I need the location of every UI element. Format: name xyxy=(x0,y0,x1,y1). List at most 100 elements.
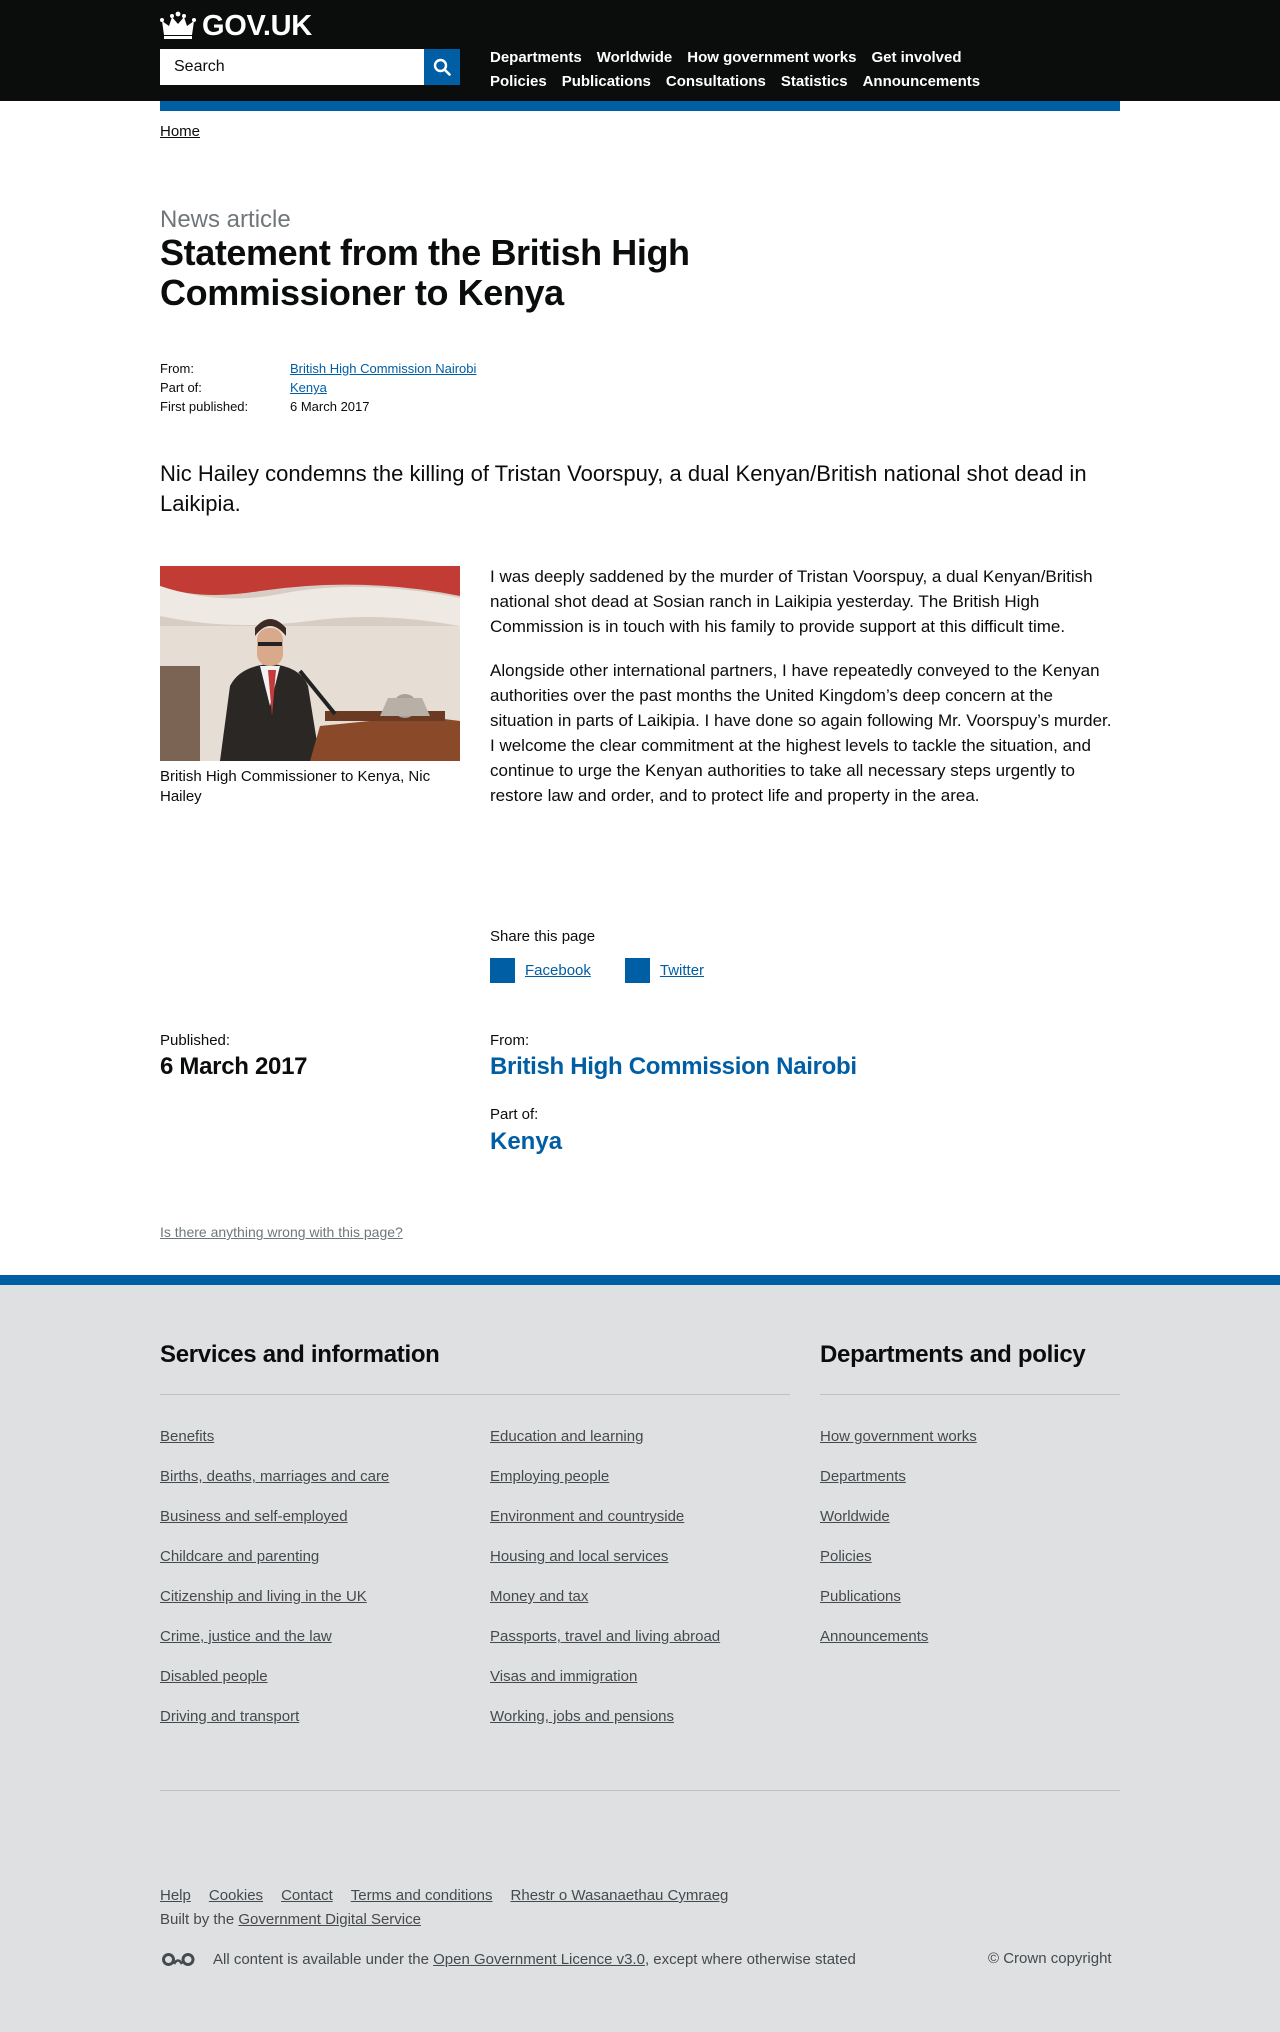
published-label: Published: xyxy=(160,1032,231,1049)
from-organisation-link[interactable]: British High Commission Nairobi xyxy=(490,1053,857,1081)
meta-from-link[interactable]: British High Commission Nairobi xyxy=(290,361,476,376)
site-footer: Services and information Departments and… xyxy=(0,1275,1280,2032)
meta-published-value: 6 March 2017 xyxy=(290,399,370,414)
partof-label: Part of: xyxy=(490,1106,539,1123)
search-form: Search xyxy=(160,49,460,85)
footer-divider xyxy=(160,1394,790,1395)
breadcrumb: Home xyxy=(160,123,200,140)
search-input[interactable]: Search xyxy=(160,49,424,85)
footer-link[interactable]: Benefits xyxy=(160,1428,214,1445)
search-icon xyxy=(433,58,451,76)
footer-link[interactable]: Childcare and parenting xyxy=(160,1548,319,1565)
footer-welsh-link[interactable]: Rhestr o Wasanaethau Cymraeg xyxy=(511,1887,729,1904)
share-facebook-link[interactable]: Facebook xyxy=(525,962,591,979)
nav-row-1: Departments Worldwide How government wor… xyxy=(490,45,1050,69)
body-paragraph-1: I was deeply saddened by the murder of T… xyxy=(490,567,1093,636)
built-by-prefix: Built by the xyxy=(160,1911,239,1928)
footer-terms-link[interactable]: Terms and conditions xyxy=(351,1887,493,1904)
article-metadata: From: British High Commission Nairobi Pa… xyxy=(160,359,476,416)
footer-services-col-1: Benefits Births, deaths, marriages and c… xyxy=(160,1428,389,1748)
crown-copyright[interactable]: © Crown copyright xyxy=(988,1950,1112,1967)
footer-link[interactable]: Crime, justice and the law xyxy=(160,1628,332,1645)
photo-commissioner-at-lectern xyxy=(160,566,460,761)
footer-link[interactable]: Business and self-employed xyxy=(160,1508,348,1525)
footer-cookies-link[interactable]: Cookies xyxy=(209,1887,263,1904)
logo-text: GOV.UK xyxy=(202,9,312,42)
nav-announcements[interactable]: Announcements xyxy=(863,73,981,90)
licence-suffix: , except where otherwise stated xyxy=(644,1951,856,1968)
nav-publications[interactable]: Publications xyxy=(562,73,651,90)
footer-link[interactable]: Education and learning xyxy=(490,1428,643,1445)
footer-link[interactable]: Worldwide xyxy=(820,1508,890,1525)
footer-link[interactable]: Money and tax xyxy=(490,1588,588,1605)
nav-row-2: Policies Publications Consultations Stat… xyxy=(490,69,1050,93)
crown-icon xyxy=(160,11,196,39)
nav-get-involved[interactable]: Get involved xyxy=(871,49,961,66)
partof-link[interactable]: Kenya xyxy=(490,1128,562,1156)
gds-link[interactable]: Government Digital Service xyxy=(238,1911,421,1928)
document-type: News article xyxy=(160,206,291,233)
licence-prefix: All content is available under the xyxy=(213,1951,434,1968)
published-date: 6 March 2017 xyxy=(160,1053,308,1080)
nav-consultations[interactable]: Consultations xyxy=(666,73,766,90)
search-button[interactable] xyxy=(424,49,460,85)
from-label: From: xyxy=(490,1032,530,1049)
nav-worldwide[interactable]: Worldwide xyxy=(597,49,673,66)
image-caption: British High Commissioner to Kenya, Nic … xyxy=(160,768,431,805)
footer-link[interactable]: Citizenship and living in the UK xyxy=(160,1588,367,1605)
footer-blue-bar xyxy=(0,1275,1280,1285)
body-paragraph-2: Alongside other international partners, … xyxy=(490,661,1112,805)
footer-divider xyxy=(160,1790,1120,1791)
footer-services-heading: Services and information xyxy=(160,1341,440,1368)
article-body: I was deeply saddened by the murder of T… xyxy=(490,564,1120,827)
share-facebook: Facebook xyxy=(490,958,591,983)
footer-meta-links: Help Cookies Contact Terms and condition… xyxy=(160,1887,746,1904)
header-blue-bar xyxy=(160,101,1120,111)
nav-statistics[interactable]: Statistics xyxy=(781,73,848,90)
site-header: GOV.UK Search Departments Worldwide How … xyxy=(0,0,1280,101)
twitter-icon xyxy=(624,958,650,983)
nav-policies[interactable]: Policies xyxy=(490,73,547,90)
footer-built-by: Built by the Government Digital Service xyxy=(160,1911,421,1928)
report-problem: Is there anything wrong with this page? xyxy=(160,1224,403,1240)
meta-from-label: From: xyxy=(160,361,194,376)
footer-link[interactable]: Housing and local services xyxy=(490,1548,668,1565)
article-image xyxy=(160,566,460,761)
share-twitter-link[interactable]: Twitter xyxy=(660,962,704,979)
footer-link[interactable]: Driving and transport xyxy=(160,1708,299,1725)
open-government-licence-icon xyxy=(162,1953,195,1966)
footer-departments-heading: Departments and policy xyxy=(820,1341,1086,1368)
footer-link[interactable]: Policies xyxy=(820,1548,872,1565)
meta-partof-link[interactable]: Kenya xyxy=(290,380,327,395)
nav-how-government-works[interactable]: How government works xyxy=(687,49,856,66)
meta-partof-label: Part of: xyxy=(160,380,202,395)
report-problem-link[interactable]: Is there anything wrong with this page? xyxy=(160,1224,403,1240)
footer-link[interactable]: Visas and immigration xyxy=(490,1668,637,1685)
footer-contact-link[interactable]: Contact xyxy=(281,1887,333,1904)
footer-help-link[interactable]: Help xyxy=(160,1887,191,1904)
footer-link[interactable]: Births, deaths, marriages and care xyxy=(160,1468,389,1485)
nav-departments[interactable]: Departments xyxy=(490,49,582,66)
govuk-logo-link[interactable]: GOV.UK xyxy=(160,10,312,42)
page-title: Statement from the British High Commissi… xyxy=(160,232,690,313)
footer-link[interactable]: Announcements xyxy=(820,1628,928,1645)
footer-departments-col: How government works Departments Worldwi… xyxy=(820,1428,977,1668)
facebook-icon xyxy=(490,958,515,983)
footer-link[interactable]: How government works xyxy=(820,1428,977,1445)
footer-divider xyxy=(820,1394,1120,1395)
footer-link[interactable]: Departments xyxy=(820,1468,906,1485)
lead-paragraph: Nic Hailey condemns the killing of Trist… xyxy=(160,461,1087,516)
footer-services-col-2: Education and learning Employing people … xyxy=(490,1428,720,1748)
footer-link[interactable]: Publications xyxy=(820,1588,901,1605)
footer-link[interactable]: Environment and countryside xyxy=(490,1508,684,1525)
breadcrumb-home[interactable]: Home xyxy=(160,123,200,140)
meta-published-label: First published: xyxy=(160,399,249,414)
share-twitter: Twitter xyxy=(624,958,704,983)
share-title: Share this page xyxy=(490,928,596,945)
footer-link[interactable]: Disabled people xyxy=(160,1668,268,1685)
top-navigation: Departments Worldwide How government wor… xyxy=(490,45,1050,93)
footer-link[interactable]: Employing people xyxy=(490,1468,609,1485)
ogl-link[interactable]: Open Government Licence v3.0 xyxy=(433,1951,645,1968)
footer-link[interactable]: Passports, travel and living abroad xyxy=(490,1628,720,1645)
footer-link[interactable]: Working, jobs and pensions xyxy=(490,1708,674,1725)
